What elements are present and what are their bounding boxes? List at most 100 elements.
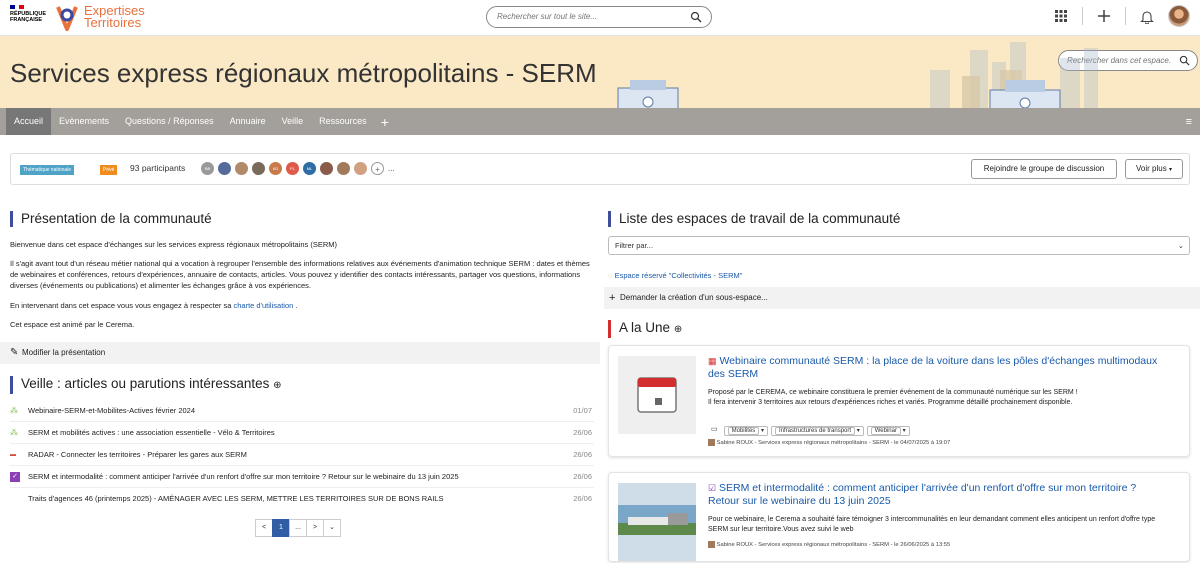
veille-title: Veille : articles ou parutions intéressa… (10, 376, 282, 394)
p3-text: En intervenant dans cet espace vous vous… (10, 301, 234, 310)
avatar[interactable] (252, 162, 265, 175)
tab-accueil[interactable]: Accueil (6, 108, 52, 135)
news-card[interactable]: ▦ Webinaire communauté SERM : la place d… (608, 345, 1190, 457)
avatar[interactable] (218, 162, 231, 175)
brand-name[interactable]: Expertises Territoires (84, 4, 145, 29)
article-icon: ✓ (10, 472, 20, 482)
tab-ressources[interactable]: Ressources (311, 108, 375, 135)
tag-label: Infrastructures de transport (775, 427, 856, 435)
add-circle-icon[interactable]: ⊕ (674, 324, 682, 335)
join-discussion-button[interactable]: Rejoindre le groupe de discussion (971, 159, 1117, 179)
plus-icon[interactable] (1097, 9, 1111, 23)
next-page-button[interactable]: > (306, 519, 324, 537)
avatar[interactable] (235, 162, 248, 175)
list-item[interactable]: ⁂ SERM et mobilités actives : une associ… (10, 422, 594, 444)
tag-icon: ▭ (711, 426, 718, 433)
chevron-down-icon: ⌄ (1177, 241, 1184, 250)
tab-questions-reponses[interactable]: Questions / Réponses (117, 108, 222, 135)
news-card[interactable]: ☑ SERM et intermodalité : comment antici… (608, 472, 1190, 562)
veille-item-date: 26/06 (573, 494, 592, 503)
voir-plus-button[interactable]: Voir plus ▾ (1125, 159, 1183, 179)
avatar[interactable] (337, 162, 350, 175)
veille-item-date: 01/07 (573, 406, 592, 415)
page-dropdown-button[interactable]: ⌄ (323, 519, 341, 537)
page-title: Services express régionaux métropolitain… (10, 58, 597, 88)
community-info-bar: Thématique nationale Privé 93 participan… (10, 153, 1190, 185)
avatar[interactable]: PL (286, 162, 299, 175)
news-byline-text: Sabine ROUX - Services express régionaux… (716, 440, 951, 447)
main-nav: Accueil Evènements Questions / Réponses … (0, 108, 1200, 135)
page-1-button[interactable]: 1 (272, 519, 290, 537)
global-search-input[interactable] (497, 12, 687, 21)
search-icon[interactable] (1179, 55, 1190, 66)
more-participants[interactable]: ... (388, 164, 395, 173)
rf-line2: FRANÇAISE (10, 17, 43, 23)
veille-item-date: 26/06 (573, 428, 592, 437)
author-avatar[interactable] (708, 439, 715, 446)
private-badge: Privé (100, 165, 118, 175)
veille-item-title[interactable]: Webinaire-SERM-et-Mobilites-Actives févr… (28, 400, 195, 422)
list-item[interactable]: ⁂ Webinaire-SERM-et-Mobilites-Actives fé… (10, 400, 594, 422)
calendar-thumbnail[interactable] (618, 356, 696, 434)
veille-item-title[interactable]: Traits d'agences 46 (printemps 2025) - A… (28, 488, 443, 510)
news-title-text[interactable]: Webinaire communauté SERM : la place de … (708, 355, 1157, 380)
veille-item-title[interactable]: SERM et mobilités actives : une associat… (28, 422, 275, 444)
tag-mobilites[interactable]: Mobilités ▾ (723, 426, 768, 436)
prev-page-button[interactable]: < (255, 519, 273, 537)
modify-presentation-button[interactable]: ✎ Modifier la présentation (0, 342, 600, 364)
avatar[interactable] (320, 162, 333, 175)
news-title[interactable]: ☑ SERM et intermodalité : comment antici… (708, 482, 1158, 508)
tag-webinar[interactable]: Webinar ▾ (866, 426, 910, 436)
tag-label: Mobilités (727, 427, 760, 435)
tab-evenements[interactable]: Evènements (51, 108, 117, 135)
veille-item-title[interactable]: SERM et intermodalité : comment anticipe… (28, 466, 459, 488)
list-item[interactable]: ▬ RADAR - Connecter les territoires - Pr… (10, 444, 594, 466)
news-title[interactable]: ▦ Webinaire communauté SERM : la place d… (708, 355, 1158, 381)
workspace-filter-select[interactable]: Filtrer par... ⌄ (608, 236, 1190, 255)
avatar[interactable]: KD (269, 162, 282, 175)
add-participant-icon[interactable]: + (371, 162, 384, 175)
news-title-text[interactable]: SERM et intermodalité : comment anticipe… (708, 482, 1136, 507)
spinner-icon: ◌ (608, 271, 613, 280)
espace-reserve-link[interactable]: ◌ Espace réservé "Collectivités - SERM" (608, 271, 742, 280)
republique-francaise-logo[interactable]: RÉPUBLIQUE FRANÇAISE (10, 5, 46, 31)
leaf-icon: ⁂ (10, 406, 18, 415)
tag-infrastructures[interactable]: Infrastructures de transport ▾ (771, 426, 864, 436)
global-search[interactable] (486, 6, 712, 28)
veille-item-title[interactable]: RADAR - Connecter les territoires - Prép… (28, 444, 247, 466)
avatar[interactable] (354, 162, 367, 175)
news-desc: Proposé par le CEREMA, ce webinaire cons… (708, 389, 1078, 396)
avatar[interactable]: ML (303, 162, 316, 175)
news-thumbnail[interactable] (618, 483, 696, 561)
pagination: < 1 ... > ⌄ (255, 519, 341, 537)
presentation-p2: Il s'agit avant tout d'un réseau métier … (10, 259, 590, 290)
tag-label: Webinar (870, 427, 901, 435)
search-icon[interactable] (690, 11, 702, 23)
author-avatar[interactable] (708, 541, 715, 548)
add-circle-icon[interactable]: ⊕ (273, 380, 281, 391)
tab-annuaire[interactable]: Annuaire (222, 108, 274, 135)
page-ellipsis-button[interactable]: ... (289, 519, 307, 537)
participants-count[interactable]: 93 participants (130, 163, 185, 173)
radar-icon: ▬ (10, 452, 16, 458)
expertises-territoires-logo-icon[interactable] (52, 3, 82, 33)
bell-icon[interactable] (1140, 9, 1154, 24)
caret-down-icon: ▾ (1168, 167, 1172, 173)
list-item[interactable]: ✓ SERM et intermodalité : comment antici… (10, 466, 594, 488)
add-tab-button[interactable]: + (375, 114, 395, 130)
veille-title-text: Veille : articles ou parutions intéressa… (21, 376, 270, 391)
espace-link-text[interactable]: Espace réservé "Collectivités - SERM" (615, 271, 743, 280)
calendar-icon: ▦ (708, 356, 717, 366)
list-item[interactable]: Traits d'agences 46 (printemps 2025) - A… (10, 488, 594, 510)
presentation-title: Présentation de la communauté (10, 211, 212, 227)
thematic-badge: Thématique nationale (20, 165, 75, 175)
request-subspace-button[interactable]: + Demander la création d'un sous-espace.… (604, 287, 1200, 309)
hamburger-menu-icon[interactable]: ≡ (1186, 116, 1192, 128)
request-subspace-label: Demander la création d'un sous-espace... (620, 293, 768, 302)
apps-grid-icon[interactable] (1054, 9, 1068, 23)
user-avatar[interactable] (1168, 5, 1190, 27)
news-byline: Sabine ROUX - Services express régionaux… (708, 541, 950, 548)
tab-veille[interactable]: Veille (274, 108, 312, 135)
avatar[interactable]: BB (201, 162, 214, 175)
charte-link[interactable]: charte d'utilisation (233, 301, 293, 310)
